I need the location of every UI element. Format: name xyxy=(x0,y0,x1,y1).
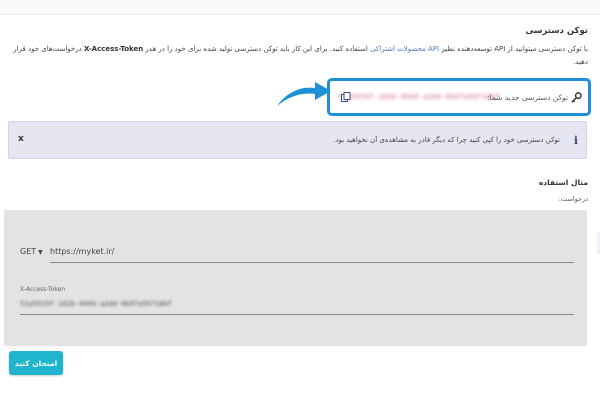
new-token-box: توکن دسترسی جدید شما: 51a5919f-182b-4949… xyxy=(327,78,591,116)
header-name-text: X-Access-Token xyxy=(83,45,144,53)
example-title: مثال استفاده xyxy=(538,178,588,187)
request-panel: GET ▼ https://myket.ir/ X-Access-Token 51… xyxy=(4,210,587,346)
request-label: درخواست: xyxy=(558,195,588,203)
section-title: توکن دسترسی xyxy=(525,26,588,36)
key-icon xyxy=(571,92,582,103)
close-icon[interactable]: x xyxy=(18,134,24,144)
header-field-input[interactable]: 51a5919f-182b-4949-a2dd-0b97a597180f xyxy=(20,300,172,308)
token-value[interactable]: 51a5919f-182b-4949-a2dd-0b97a597180f xyxy=(337,93,500,101)
api-products-link[interactable]: API محصولات اشتراکی xyxy=(370,45,439,53)
info-alert: i توکن دسترسی خود را کپی کنید چرا که دیگ… xyxy=(8,121,587,159)
description-text-2: استفاده کنید. برای این کار باید توکن دست… xyxy=(143,45,371,53)
header-underline xyxy=(20,314,574,315)
url-input[interactable]: https://myket.ir/ xyxy=(50,247,114,256)
copy-icon[interactable] xyxy=(341,92,351,102)
top-bar xyxy=(0,0,600,15)
url-underline xyxy=(50,262,574,263)
chevron-down-icon: ▼ xyxy=(38,249,43,256)
info-text: توکن دسترسی خود را کپی کنید چرا که دیگر … xyxy=(333,136,560,144)
test-button[interactable]: امتحان کنید xyxy=(9,351,63,375)
info-icon: i xyxy=(573,134,578,147)
description-text-1: با توکن دسترسی میتوانید از API توسعه‌دهن… xyxy=(439,45,588,53)
method-value: GET xyxy=(20,247,37,256)
method-select[interactable]: GET ▼ xyxy=(20,247,43,256)
curved-arrow-icon xyxy=(277,82,331,106)
section-description: با توکن دسترسی میتوانید از API توسعه‌دهن… xyxy=(8,43,588,69)
header-field-label: X-Access-Token xyxy=(20,286,66,293)
